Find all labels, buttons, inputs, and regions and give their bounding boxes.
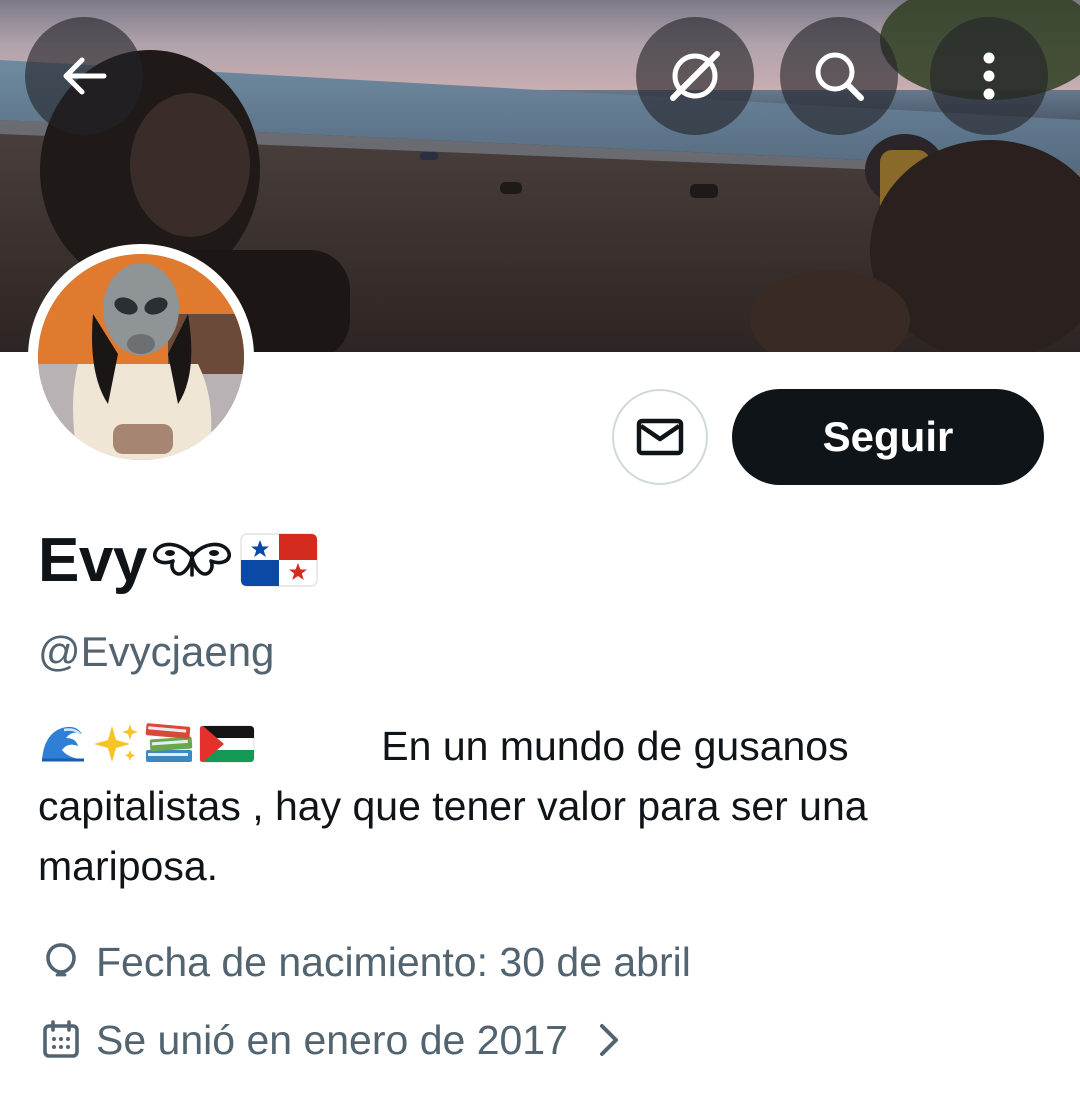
profile-bio: En un mundo de gusanos capitalistas , ha… <box>38 716 1048 896</box>
user-handle: @Evycjaeng <box>38 628 275 675</box>
calendar-icon <box>38 1017 84 1063</box>
palestine-flag-emoji <box>199 725 255 763</box>
display-name-row: Evy <box>38 522 319 598</box>
panama-flag <box>240 533 318 587</box>
grok-icon <box>670 51 720 101</box>
search-icon <box>815 52 864 101</box>
birthday-text: Fecha de nacimiento: 30 de abril <box>96 938 691 985</box>
grok-button[interactable] <box>636 17 754 135</box>
chevron-right-icon[interactable] <box>598 1022 620 1058</box>
bio-emojis <box>38 720 256 766</box>
follow-button[interactable]: Seguir <box>732 389 1044 485</box>
joined-text: Se unió en enero de 2017 <box>96 1016 568 1063</box>
books-emoji <box>145 723 193 762</box>
sparkles-emoji <box>94 724 138 762</box>
butterfly-glyph <box>152 542 231 577</box>
search-button[interactable] <box>780 17 898 135</box>
balloon-icon <box>38 939 84 985</box>
more-vertical-icon <box>983 52 995 100</box>
message-button[interactable] <box>612 389 708 485</box>
bio-rest: capitalistas , hay que tener valor para … <box>38 783 879 889</box>
birthday-row: Fecha de nacimiento: 30 de abril <box>38 934 691 990</box>
water-wave-emoji <box>42 726 84 762</box>
envelope-icon <box>636 418 684 456</box>
joined-row[interactable]: Se unió en enero de 2017 <box>38 1012 620 1068</box>
arrow-left-icon <box>63 57 107 95</box>
avatar-image <box>38 254 244 460</box>
avatar[interactable] <box>28 244 254 470</box>
display-name: Evy <box>38 525 147 595</box>
back-button[interactable] <box>25 17 143 135</box>
more-options-button[interactable] <box>930 17 1048 135</box>
bio-line-1: En un mundo de gusanos <box>256 723 849 769</box>
